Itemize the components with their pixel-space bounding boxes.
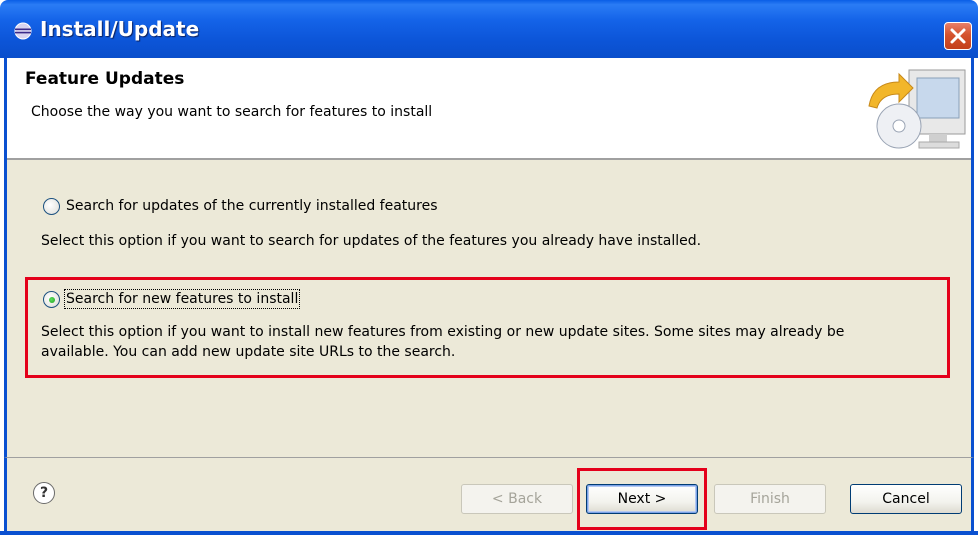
close-button[interactable] (944, 22, 972, 50)
eclipse-icon (14, 22, 32, 40)
new-features-radio[interactable] (43, 290, 60, 308)
window-bottom-border (0, 531, 978, 535)
updates-radio-label[interactable]: Search for updates of the currently inst… (66, 198, 438, 214)
new-features-radio-label[interactable]: Search for new features to install (63, 289, 301, 309)
page-description: Choose the way you want to search for fe… (31, 104, 433, 120)
install-update-dialog: Install/Update Feature Updates Choose th… (0, 0, 978, 535)
dialog-header: Feature Updates Choose the way you want … (4, 58, 974, 158)
install-monitor-cd-icon (868, 69, 966, 149)
button-bar: ? < Back Next > Finish Cancel (4, 457, 974, 531)
new-features-description-line2: available. You can add new update site U… (41, 344, 456, 360)
window-title: Install/Update (40, 17, 200, 41)
next-button-highlight (577, 468, 707, 530)
close-icon (950, 28, 966, 44)
option-new-features-row[interactable]: Search for new features to install (43, 288, 301, 310)
updates-radio[interactable] (43, 197, 60, 215)
updates-option-description: Select this option if you want to search… (41, 233, 702, 249)
help-icon[interactable]: ? (33, 482, 55, 504)
new-features-description-line1: Select this option if you want to instal… (41, 324, 845, 340)
option-updates-row[interactable]: Search for updates of the currently inst… (43, 195, 438, 217)
cancel-button[interactable]: Cancel (850, 484, 962, 514)
back-button[interactable]: < Back (461, 484, 573, 514)
title-bar[interactable]: Install/Update (0, 0, 978, 58)
options-panel: Search for updates of the currently inst… (4, 160, 974, 457)
page-title: Feature Updates (25, 69, 185, 89)
finish-button[interactable]: Finish (714, 484, 826, 514)
